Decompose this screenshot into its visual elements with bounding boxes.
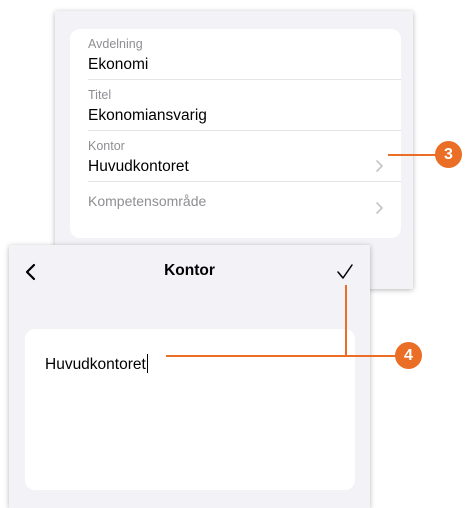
page-title: Kontor (164, 262, 215, 279)
text-caret (146, 354, 149, 373)
field-label: Avdelning (88, 37, 143, 51)
kontor-editor-panel: Kontor Huvudkontoret (9, 245, 370, 508)
field-label: Titel (88, 88, 112, 102)
chevron-right-icon (376, 160, 383, 172)
field-titel[interactable]: Titel Ekonomiansvarig (70, 80, 401, 131)
kontor-text-input[interactable]: Huvudkontoret (45, 354, 149, 374)
field-value: Huvudkontoret (88, 158, 189, 175)
input-value: Huvudkontoret (45, 356, 146, 373)
field-kontor[interactable]: Kontor Huvudkontoret (70, 131, 401, 182)
field-value: Ekonomiansvarig (88, 107, 207, 124)
kontor-input-card: Huvudkontoret (25, 329, 355, 490)
callout-badge-3: 3 (435, 141, 462, 168)
field-kompetensomrade[interactable]: Kompetensområde (70, 182, 401, 233)
field-value: Ekonomi (88, 56, 149, 73)
field-avdelning[interactable]: Avdelning Ekonomi (70, 29, 401, 80)
chevron-right-icon (376, 202, 383, 214)
callout-badge-4: 4 (395, 342, 422, 369)
profile-form-card: Avdelning Ekonomi Titel Ekonomiansvarig … (70, 29, 401, 238)
field-label: Kompetensområde (88, 193, 207, 209)
field-label: Kontor (88, 139, 125, 153)
checkmark-icon[interactable] (335, 262, 355, 282)
